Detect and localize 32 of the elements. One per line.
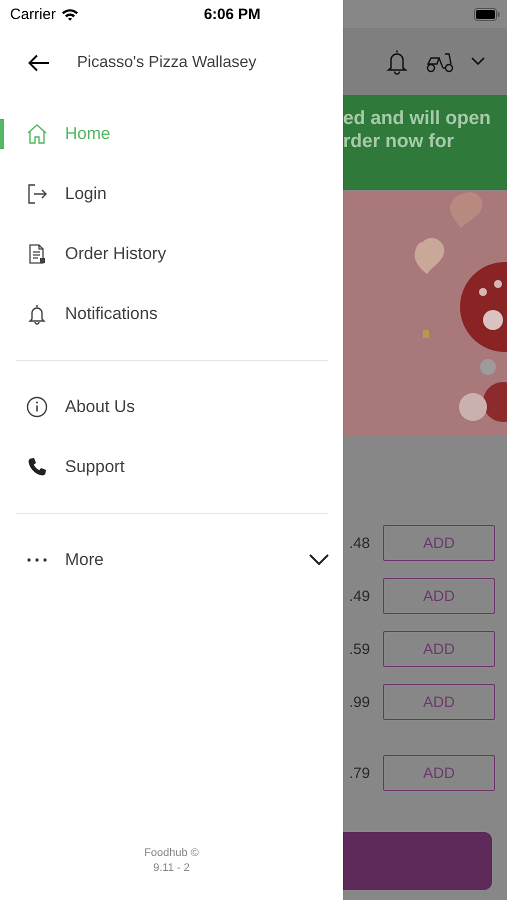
footer-text: Foodhub ©	[144, 846, 199, 861]
carrier-label: Carrier	[10, 6, 56, 22]
checkout-button[interactable]	[343, 832, 492, 890]
more-dots-icon	[26, 558, 48, 562]
wifi-icon	[60, 8, 79, 20]
home-icon	[26, 123, 48, 145]
price-text: .99	[348, 694, 370, 710]
menu-item[interactable]: Support	[0, 437, 343, 497]
price-text: .48	[348, 534, 370, 552]
active-indicator	[0, 119, 4, 149]
info-icon	[26, 396, 48, 418]
bell-icon	[26, 303, 48, 325]
price-text: .79	[348, 764, 370, 782]
menu-item[interactable]: More	[0, 530, 343, 590]
bell-icon[interactable]	[385, 48, 409, 74]
chevron-icon[interactable]	[471, 57, 485, 66]
login-icon	[26, 183, 48, 205]
banner-text: ed and will open	[343, 107, 492, 130]
restaurant-title: Picasso's Pizza Wallasey	[77, 54, 256, 72]
status-time: 6:06 PM	[204, 6, 261, 22]
banner-text: rder now for	[343, 130, 455, 153]
phone-icon	[26, 456, 48, 478]
battery-icon	[474, 8, 500, 20]
menu-item[interactable]: Order History	[0, 224, 343, 284]
menu-item[interactable]: About Us	[0, 377, 343, 437]
price-text: .59	[348, 640, 370, 658]
menu-item[interactable]: Notifications	[0, 284, 343, 344]
back-arrow-icon[interactable]	[28, 54, 50, 72]
scooter-icon[interactable]	[425, 50, 455, 72]
footer-text: 9.11 - 2	[153, 861, 190, 876]
menu-item[interactable]: Login	[0, 164, 343, 224]
price-text: .49	[348, 588, 370, 604]
